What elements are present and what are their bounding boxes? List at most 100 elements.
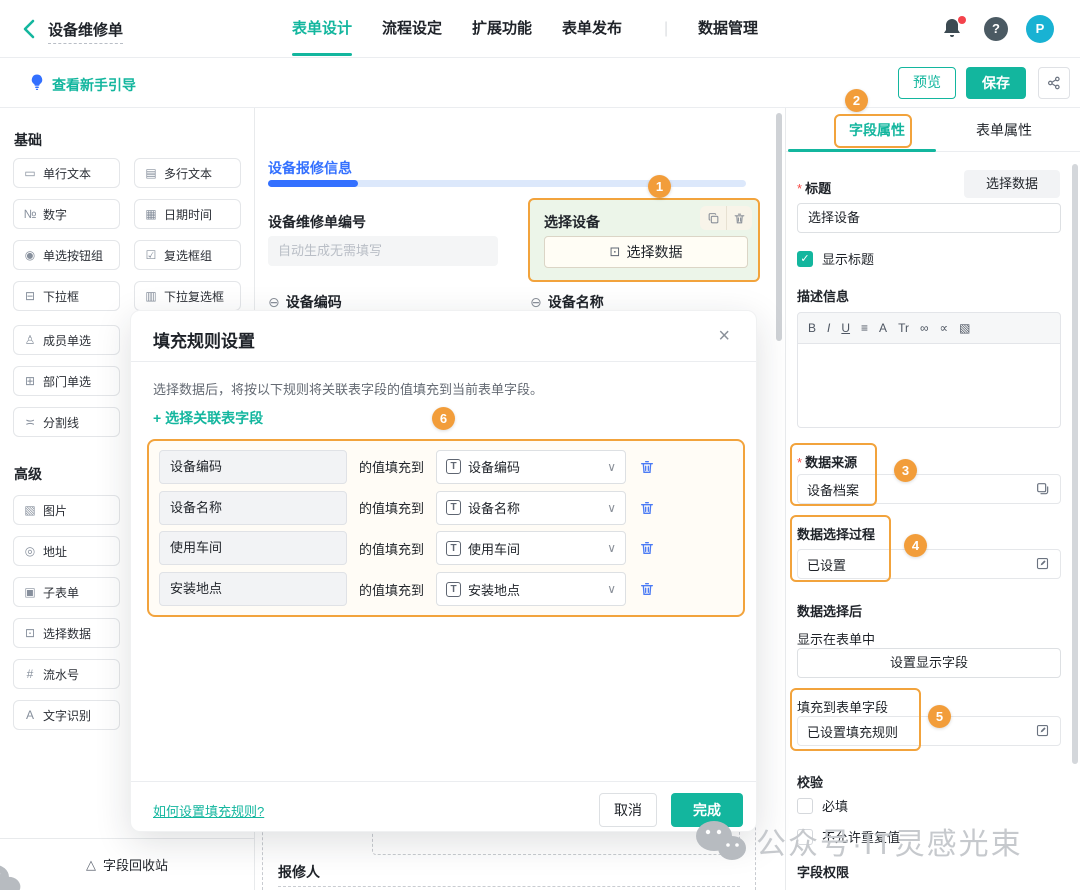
field-type-item[interactable]: ☑ 复选框组 xyxy=(134,240,241,270)
field-type-item[interactable]: ▣ 子表单 xyxy=(13,577,120,607)
data-source-row[interactable]: 设备档案 xyxy=(797,474,1061,504)
back-icon[interactable] xyxy=(18,17,42,41)
nav-menu-data-management[interactable]: 数据管理 xyxy=(698,0,758,58)
how-to-set-rules-link[interactable]: 如何设置填充规则? xyxy=(153,801,264,820)
field-type-item[interactable]: # 流水号 xyxy=(13,659,120,689)
field-type-item[interactable]: № 数字 xyxy=(13,199,120,229)
advanced-section-header: 高级 xyxy=(14,464,42,484)
done-button[interactable]: 完成 xyxy=(671,793,743,827)
field-type-label: 子表单 xyxy=(43,584,79,601)
preview-button[interactable]: 预览 xyxy=(898,67,956,99)
checkbox-unchecked-icon[interactable] xyxy=(797,829,813,845)
text-field-type-icon: T xyxy=(446,541,461,556)
selection-process-row[interactable]: 已设置 xyxy=(797,549,1061,579)
checkbox-unchecked-icon[interactable] xyxy=(797,798,813,814)
cancel-button[interactable]: 取消 xyxy=(599,793,657,827)
delete-rule-icon[interactable] xyxy=(639,581,655,597)
field-type-item[interactable]: ▭ 单行文本 xyxy=(13,158,120,188)
field-type-item[interactable]: A 文字识别 xyxy=(13,700,120,730)
richtext-tool-icon[interactable]: B xyxy=(808,321,816,335)
notification-bell-icon[interactable] xyxy=(940,16,966,42)
top-navbar: 设备维修单 表单设计 流程设定 扩展功能 表单发布 | 数据管理 ? P xyxy=(0,0,1080,58)
share-button[interactable] xyxy=(1038,67,1070,99)
rule-target-select[interactable]: T 设备名称 ∨ xyxy=(436,491,626,525)
no-duplicate-checkbox-row[interactable]: 不允许重复值 xyxy=(797,827,900,846)
field-permission-header: 字段权限 xyxy=(797,862,849,881)
delete-rule-icon[interactable] xyxy=(639,500,655,516)
rule-target-select[interactable]: T 设备编码 ∨ xyxy=(436,450,626,484)
field-type-item[interactable]: ▦ 日期时间 xyxy=(134,199,241,229)
linked-field-device-name: ⊖ 设备名称 xyxy=(530,292,604,312)
basic-section-header: 基础 xyxy=(14,130,42,150)
nav-tab[interactable]: 扩展功能 xyxy=(472,0,532,58)
copy-icon[interactable] xyxy=(700,206,726,230)
field-type-item[interactable]: ◉ 单选按钮组 xyxy=(13,240,120,270)
text-field-type-icon: T xyxy=(446,459,461,474)
richtext-tool-icon[interactable]: ▧ xyxy=(959,321,970,335)
panel-scrollbar[interactable] xyxy=(1072,164,1078,764)
required-asterisk: * xyxy=(797,455,802,470)
doc-title[interactable]: 设备维修单 xyxy=(48,19,123,44)
checkbox-checked-icon[interactable]: ✓ xyxy=(797,251,813,267)
order-field-input[interactable]: 自动生成无需填写 xyxy=(268,236,498,266)
panel-tabs: 字段属性 表单属性 xyxy=(786,108,1080,152)
field-type-label: 图片 xyxy=(43,502,67,519)
richtext-tool-icon[interactable]: U xyxy=(841,321,850,335)
avatar[interactable]: P xyxy=(1026,15,1054,43)
linked-field-device-code: ⊖ 设备编码 xyxy=(268,292,342,312)
field-type-item[interactable]: ▧ 图片 xyxy=(13,495,120,525)
nav-tab[interactable]: 表单发布 xyxy=(562,0,622,58)
richtext-tool-icon[interactable]: ≡ xyxy=(861,321,868,335)
field-recycle-bin[interactable]: △ 字段回收站 xyxy=(0,838,254,890)
field-type-label: 下拉框 xyxy=(43,288,79,305)
nav-tab[interactable]: 流程设定 xyxy=(382,0,442,58)
tab-field-properties[interactable]: 字段属性 xyxy=(849,108,905,152)
field-type-item[interactable]: ⊡ 选择数据 xyxy=(13,618,120,648)
delete-icon[interactable] xyxy=(726,206,752,230)
show-title-checkbox-row[interactable]: ✓ 显示标题 xyxy=(797,249,874,268)
data-source-value: 设备档案 xyxy=(807,480,1035,499)
richtext-tool-icon[interactable]: ∝ xyxy=(940,321,949,335)
field-type-item[interactable]: ≍ 分割线 xyxy=(13,407,120,437)
richtext-tool-icon[interactable]: I xyxy=(827,321,830,335)
nav-tab[interactable]: 表单设计 xyxy=(292,0,352,58)
richtext-tool-icon[interactable]: Tr xyxy=(898,321,909,335)
close-icon[interactable]: × xyxy=(718,325,730,348)
richtext-body[interactable] xyxy=(797,344,1061,428)
field-type-item[interactable]: ▤ 多行文本 xyxy=(134,158,241,188)
field-type-item[interactable]: ▥ 下拉复选框 xyxy=(134,281,241,311)
set-display-fields-button[interactable]: 设置显示字段 xyxy=(797,648,1061,678)
basic-field-grid: ▭ 单行文本 ▤ 多行文本 № 数字 ▦ 日期时间 ◉ 单选按钮组 ☑ 复选框组… xyxy=(13,158,241,311)
delete-rule-icon[interactable] xyxy=(639,540,655,556)
save-button[interactable]: 保存 xyxy=(966,67,1026,99)
title-value-input[interactable]: 选择设备 xyxy=(797,203,1061,233)
field-type-item[interactable]: ⊟ 下拉框 xyxy=(13,281,120,311)
field-type-item[interactable]: ♙ 成员单选 xyxy=(13,325,120,355)
rule-target-label: 安装地点 xyxy=(468,580,600,599)
field-type-icon: ▧ xyxy=(22,503,38,517)
rule-target-select[interactable]: T 安装地点 ∨ xyxy=(436,572,626,606)
delete-rule-icon[interactable] xyxy=(639,459,655,475)
add-related-field-link[interactable]: + 选择关联表字段 xyxy=(153,408,263,428)
select-data-button[interactable]: ⊡ 选择数据 xyxy=(544,236,748,268)
field-type-item[interactable]: ◎ 地址 xyxy=(13,536,120,566)
canvas-scrollbar[interactable] xyxy=(776,113,782,341)
edit-icon[interactable] xyxy=(1035,723,1051,739)
field-type-icon: ◎ xyxy=(22,544,38,558)
help-icon[interactable]: ? xyxy=(984,17,1008,41)
switch-source-icon[interactable] xyxy=(1035,481,1051,497)
richtext-tool-icon[interactable]: ∞ xyxy=(920,321,929,335)
richtext-tool-icon[interactable]: A xyxy=(879,321,887,335)
notification-dot xyxy=(958,16,966,24)
rule-target-label: 设备编码 xyxy=(468,457,600,476)
rule-target-select[interactable]: T 使用车间 ∨ xyxy=(436,531,626,565)
field-type-label: 文字识别 xyxy=(43,707,91,724)
selected-field-card[interactable]: 选择设备 ⊡ 选择数据 xyxy=(528,198,760,282)
title-select-data-button[interactable]: 选择数据 xyxy=(964,170,1060,198)
required-checkbox-row[interactable]: 必填 xyxy=(797,796,848,815)
guide-link[interactable]: 查看新手引导 xyxy=(52,75,136,95)
tab-form-properties[interactable]: 表单属性 xyxy=(976,108,1032,152)
edit-icon[interactable] xyxy=(1035,556,1051,572)
field-type-item[interactable]: ⊞ 部门单选 xyxy=(13,366,120,396)
rule-source-field: 设备名称 xyxy=(159,491,347,525)
